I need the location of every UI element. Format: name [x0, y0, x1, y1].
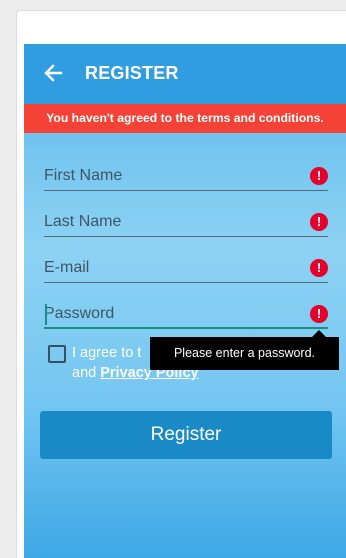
terms-checkbox[interactable]: [48, 345, 66, 363]
first-name-placeholder: First Name: [44, 167, 123, 184]
terms-text-line2: and: [72, 365, 101, 381]
password-field[interactable]: Password !: [44, 301, 328, 329]
field-underline: [44, 189, 328, 191]
password-error-tooltip: Please enter a password.: [150, 337, 339, 370]
terms-hidden-text: t: [137, 345, 142, 361]
field-underline: [44, 327, 328, 329]
email-placeholder: E-mail: [44, 259, 90, 276]
field-underline: [44, 235, 328, 237]
register-screen: REGISTER You haven't agreed to the terms…: [24, 44, 346, 558]
email-field[interactable]: E-mail !: [44, 255, 328, 283]
register-button[interactable]: Register: [40, 411, 332, 459]
terms-text: I agree to: [72, 345, 138, 361]
terms-error-banner: You haven't agreed to the terms and cond…: [24, 104, 346, 133]
page-title: REGISTER: [85, 63, 179, 83]
error-exclamation-icon[interactable]: !: [310, 305, 328, 323]
app-bar: REGISTER: [24, 44, 346, 104]
tooltip-arrow: [312, 330, 326, 337]
password-placeholder: Password: [44, 305, 115, 322]
text-caret: [45, 304, 47, 325]
error-exclamation-icon[interactable]: !: [310, 259, 328, 277]
error-exclamation-icon[interactable]: !: [310, 213, 328, 231]
arrow-left-icon[interactable]: [42, 60, 64, 86]
error-exclamation-icon[interactable]: !: [310, 167, 328, 185]
field-underline: [44, 281, 328, 283]
last-name-field[interactable]: Last Name !: [44, 209, 328, 237]
first-name-field[interactable]: First Name !: [44, 163, 328, 191]
last-name-placeholder: Last Name: [44, 213, 122, 230]
